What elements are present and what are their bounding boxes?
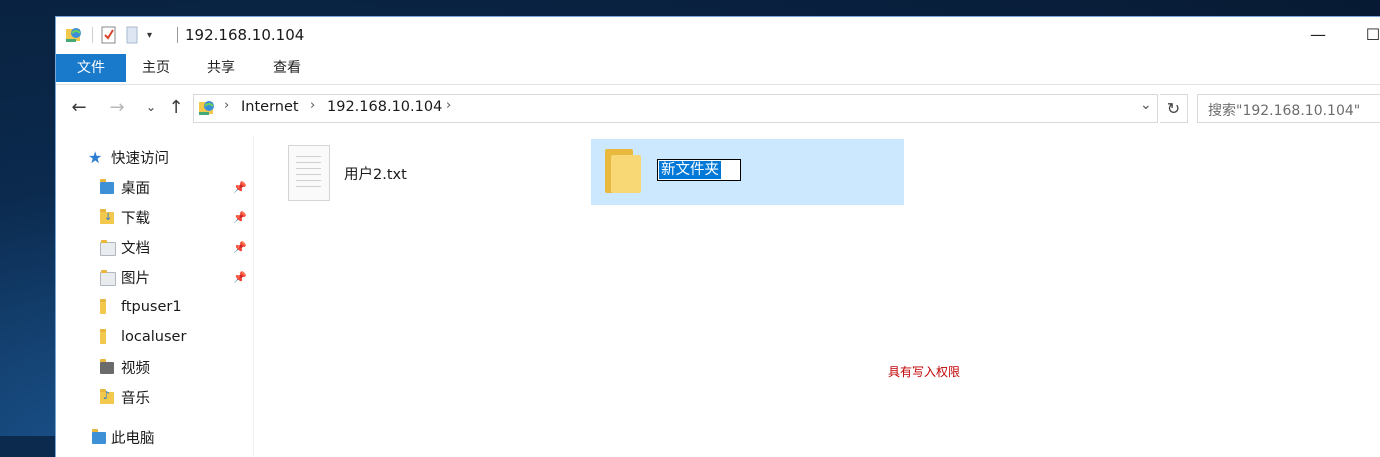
nav-item-desktop[interactable]: 桌面 📌 [56,173,253,201]
star-icon: ★ [88,148,103,167]
pin-icon[interactable]: 📌 [233,211,247,224]
nav-item-documents[interactable]: 文档 📌 [56,233,253,261]
breadcrumb-internet[interactable]: Internet [241,99,299,115]
nav-item-label: 桌面 [121,180,150,197]
music-note-icon: ♪ [103,389,111,402]
breadcrumb-chevron-icon[interactable]: › [310,98,315,113]
nav-item-label: 下载 [121,210,150,227]
pictures-folder-icon [100,270,116,286]
folder-icon [100,329,106,344]
navigation-row: ← → ⌄ ↑ › Internet › 192.168.10.104 › ⌄ … [56,91,1380,125]
breadcrumb-host[interactable]: 192.168.10.104 [327,99,442,115]
computer-icon [92,429,106,444]
file-item[interactable]: 用户2.txt [284,145,534,205]
annotation-text: 具有写入权限 [888,365,961,379]
file-name: 用户2.txt [344,167,407,183]
pin-icon[interactable]: 📌 [233,181,247,194]
address-history-chevron-icon[interactable]: ⌄ [1140,97,1152,113]
pin-icon[interactable]: 📌 [233,241,247,254]
nav-item-label: 视频 [121,360,150,377]
desktop-folder-icon [100,179,114,194]
pin-icon[interactable]: 📌 [233,271,247,284]
search-placeholder: 搜索"192.168.10.104" [1208,103,1361,119]
breadcrumb-chevron-icon[interactable]: › [224,98,229,113]
navigation-pane: ★ 快速访问 桌面 📌 ↓ 下载 📌 文档 📌 图片 📌 ftpuser1 lo… [56,135,254,457]
address-bar[interactable]: › Internet › 192.168.10.104 › ⌄ [193,94,1158,123]
recent-locations-chevron-icon[interactable]: ⌄ [139,95,163,119]
quick-access-toolbar: ▾ [64,25,152,45]
network-location-icon [199,101,214,115]
nav-item-downloads[interactable]: ↓ 下载 📌 [56,203,253,231]
nav-item-ftpuser1[interactable]: ftpuser1 [56,293,253,321]
rename-selected-text: 新文件夹 [659,161,721,179]
refresh-icon: ↻ [1166,99,1181,118]
tab-home[interactable]: 主页 [128,54,184,82]
nav-item-label: 音乐 [121,390,150,407]
maximize-button[interactable]: ☐ [1353,17,1380,51]
folder-icon [605,149,641,195]
tab-share[interactable]: 共享 [193,54,249,82]
nav-this-pc-label: 此电脑 [111,430,155,447]
customize-toolbar-chevron-icon[interactable]: ▾ [147,30,152,41]
nav-quick-access-label: 快速访问 [111,150,169,167]
back-arrow-icon[interactable]: ← [67,95,91,119]
breadcrumb-chevron-icon[interactable]: › [446,98,451,113]
file-list-area[interactable]: 用户2.txt 新文件夹 具有写入权限 [254,135,1380,457]
properties-icon[interactable] [101,26,117,44]
download-arrow-icon: ↓ [104,212,113,223]
search-box[interactable]: 搜索"192.168.10.104" [1197,94,1380,123]
folder-icon [100,299,106,314]
nav-item-label: 图片 [121,270,150,287]
nav-item-label: localuser [121,329,187,345]
nav-item-videos[interactable]: 视频 [56,353,253,381]
up-arrow-icon[interactable]: ↑ [164,95,188,119]
title-divider [177,27,178,43]
tab-file[interactable]: 文件 [56,54,126,82]
text-file-icon [288,145,330,201]
minimize-button[interactable]: — [1298,17,1338,51]
forward-arrow-icon[interactable]: → [105,95,129,119]
title-bar: ▾ 192.168.10.104 — ☐ [56,17,1380,53]
ribbon-tabs: 文件 主页 共享 查看 [56,54,1380,85]
network-location-icon [66,28,81,42]
toolbar-divider [92,27,93,43]
videos-folder-icon [100,359,114,374]
nav-this-pc[interactable]: 此电脑 [56,423,253,451]
tab-view[interactable]: 查看 [259,54,315,82]
selected-folder-item[interactable]: 新文件夹 [591,139,904,205]
nav-item-music[interactable]: ♪ 音乐 [56,383,253,411]
nav-item-label: 文档 [121,240,150,257]
nav-quick-access[interactable]: ★ 快速访问 [56,143,253,171]
window-title: 192.168.10.104 [185,26,305,44]
new-folder-icon[interactable] [125,26,139,44]
documents-folder-icon [100,240,116,256]
nav-item-pictures[interactable]: 图片 📌 [56,263,253,291]
file-explorer-window: ▾ 192.168.10.104 — ☐ 文件 主页 共享 查看 ← → ⌄ ↑… [55,16,1380,457]
nav-item-localuser[interactable]: localuser [56,323,253,351]
rename-input[interactable]: 新文件夹 [657,159,741,181]
nav-item-label: ftpuser1 [121,299,182,315]
refresh-button[interactable]: ↻ [1160,94,1188,123]
